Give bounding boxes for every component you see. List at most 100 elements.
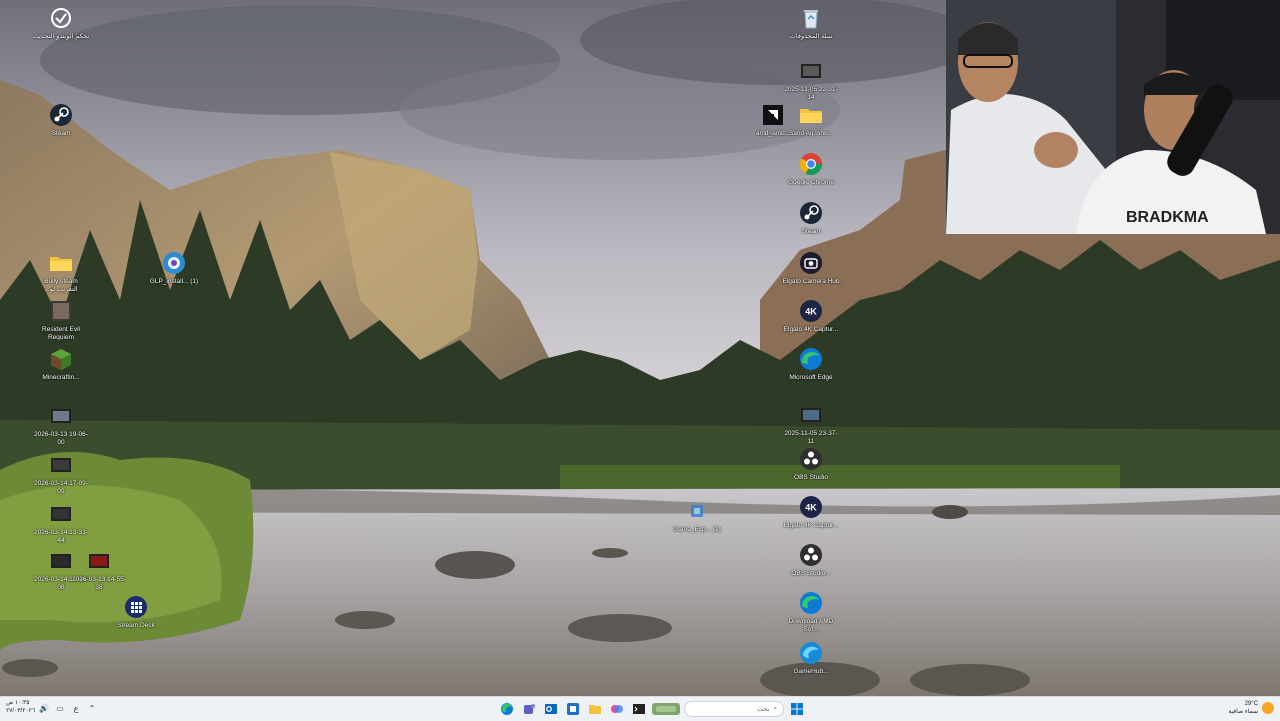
sun-icon [1262,702,1274,714]
desktop-icon-recycle-bin[interactable]: سلة المحذوفات [781,5,841,41]
obs-icon [798,542,824,568]
language-indicator[interactable]: ع [70,702,82,714]
desktop-icon-video[interactable]: 2026-03-14 13-33-44 [31,501,91,544]
desktop-icon-obs[interactable]: OBS Studio [781,446,841,482]
video-file-icon [48,452,74,478]
desktop-icon-minecraft[interactable]: Minecraftin... [31,346,91,382]
stream-deck-icon [123,594,149,620]
volume-icon[interactable]: 🔊 [38,702,50,714]
video-file-icon [86,548,112,574]
desktop-icon-stream-deck[interactable]: Stream Deck [106,594,166,630]
steam-icon [48,102,74,128]
teams-icon[interactable] [520,700,538,718]
desktop-icon-video[interactable]: 2026-03-13 14-55-38 [69,548,129,591]
desktop-icon-elgato-camera-hub[interactable]: Elgato Camera Hub [781,250,841,286]
edge-blue-icon [798,640,824,666]
desktop-icon-gamehub[interactable]: GameHub... [781,640,841,676]
desktop-icon-steam[interactable]: Steam [31,102,91,138]
search-icon: ⌕ [773,705,777,712]
chevron-up-icon[interactable]: ⌃ [86,702,98,714]
outlook-icon[interactable] [542,700,560,718]
desktop-icon-pc-health[interactable]: تحكم الويندو التحديث [31,5,91,41]
desktop-icon-download-amd[interactable]: Download AMD Sof... [781,590,841,633]
copilot-icon[interactable] [608,700,626,718]
webcam-overlay: BRADKMA [946,0,1280,234]
desktop-icon-label: Download AMD Sof... [788,618,834,633]
search-placeholder: بحث [756,706,770,713]
windows-logo-icon [791,703,803,715]
desktop-icon-label: Minecraftin... [42,374,80,381]
elgato-4k-icon: 4K [798,494,824,520]
svg-text:4K: 4K [805,307,817,317]
desktop-icon-label: Sand Ag..sho... [788,130,834,137]
widgets-image-icon[interactable] [652,700,680,718]
desktop-icon-edge[interactable]: Microsoft Edge [781,346,841,382]
desktop-icon-video[interactable]: 2026-03-13 19-06-00 [31,403,91,446]
store-icon[interactable] [564,700,582,718]
folder-icon [798,102,824,128]
edge-icon[interactable] [498,700,516,718]
desktop-icon-label: Elgato 4K Captur... [783,522,839,529]
search-box[interactable]: بحث ⌕ [684,701,784,717]
desktop-icon-label: Steam [801,228,821,235]
desktop-icon-label: GLP_install... (1) [149,278,199,285]
terminal-icon[interactable] [630,700,648,718]
desktop-icon-game-shortcut[interactable]: Game_Exp... (1) [667,498,727,534]
clock-time: ١٠:٣٥ ص [6,700,30,706]
desktop-icon-bully-folder[interactable]: Bully steam ...التعريب لو [31,250,91,293]
system-clock[interactable]: ١٠:٣٥ ص ٢٧/٠٣/٢٠٢٦ [6,699,35,715]
edge-icon [798,346,824,372]
minecraft-icon [48,346,74,372]
camera-hub-icon [798,250,824,276]
weather-desc: سماء صافية [1228,709,1258,715]
desktop-icon-label: Bully steam ...التعريب لو [44,278,78,293]
video-file-icon [48,403,74,429]
desktop-icon-folder[interactable]: Sand Ag..sho... [781,102,841,138]
desktop-icon-video[interactable]: 2025-11-05 23-37-11 [781,402,841,445]
desktop-icon-label: Microsoft Edge [789,374,833,381]
desktop-icon-video[interactable]: 2026-03-14 17-09-09 [31,452,91,495]
taskbar: ١٠:٣٥ ص ٢٧/٠٣/٢٠٢٦ 🔊 ▭ ع ⌃ بحث ⌕ 29°C سم… [0,696,1280,721]
game-shortcut-icon [684,498,710,524]
network-icon[interactable]: ▭ [54,702,66,714]
desktop-icon-label: Resident Evil Requiem [42,326,80,341]
desktop-icon-elgato-4k[interactable]: 4K Elgato 4K Captur... [781,494,841,530]
desktop-icon-elgato-4k[interactable]: 4K Elgato 4K Captur... [781,298,841,334]
desktop-icon-obs[interactable]: OBS Studio... [781,542,841,578]
chrome-icon [798,151,824,177]
obs-icon [798,446,824,472]
clock-date: ٢٧/٠٣/٢٠٢٦ [6,708,36,714]
desktop-icon-label: 2026-03-14 13-33-44 [34,529,88,544]
desktop-icon-resident-evil[interactable]: Resident Evil Requiem [31,298,91,341]
video-file-icon [798,58,824,84]
desktop-icon-label: Elgato Camera Hub [782,278,840,285]
weather-widget[interactable]: 29°C سماء صافية [1228,700,1274,716]
desktop-icon-label: Stream Deck [117,622,155,629]
desktop-icon-label: Elgato 4K Captur... [783,326,839,333]
desktop-icon-label: OBS Studio [794,474,828,481]
desktop-icon-label: 2025-11-05 23-37-11 [784,430,838,445]
recycle-bin-icon [798,5,824,31]
desktop-icon-steam[interactable]: Steam [781,200,841,236]
taskbar-center: بحث ⌕ [498,700,806,718]
weather-temp: 29°C [1244,701,1258,707]
start-button[interactable] [788,700,806,718]
desktop-icon-label: OBS Studio... [791,570,831,577]
folder-icon [48,250,74,276]
desktop-icon-label: 2026-03-14 17-09-09 [34,480,88,495]
desktop-icon-label: Google Chrome [788,179,834,186]
video-file-icon [798,402,824,428]
file-explorer-icon[interactable] [586,700,604,718]
desktop-icon-chrome[interactable]: Google Chrome [781,151,841,187]
desktop-icon-label: Game_Exp... (1) [673,526,721,533]
elgato-4k-icon: 4K [798,298,824,324]
desktop-icon-video[interactable]: 2025-11-05 22-31-14 [781,58,841,101]
edge-icon [798,590,824,616]
desktop-icon-label: GameHub... [793,668,829,675]
steam-icon [798,200,824,226]
desktop-icon-label: Steam [51,130,71,137]
desktop-icon-label: سلة المحذوفات [789,33,833,40]
desktop-icon-label: 2026-03-13 14-55-38 [72,576,126,591]
desktop-icon-label: تحكم الويندو التحديث [32,33,90,40]
desktop-icon-glp-installer[interactable]: GLP_install... (1) [144,250,204,286]
